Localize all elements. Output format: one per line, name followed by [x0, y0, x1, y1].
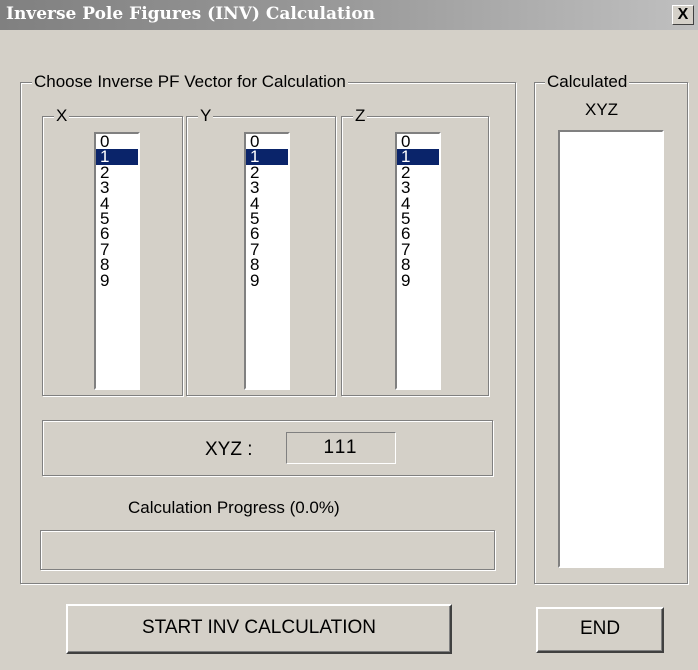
list-item[interactable]: 8: [397, 257, 439, 272]
list-item[interactable]: 1: [397, 149, 439, 165]
list-item[interactable]: 3: [96, 180, 138, 195]
calculated-group-legend: Calculated: [545, 72, 630, 92]
list-item[interactable]: 4: [96, 196, 138, 211]
list-item[interactable]: 5: [397, 211, 439, 226]
calculated-subtitle: XYZ: [585, 100, 619, 119]
z-listbox[interactable]: 0123456789: [395, 132, 441, 390]
list-item[interactable]: 7: [397, 242, 439, 257]
list-item[interactable]: 0: [397, 134, 439, 149]
progress-bar: [40, 530, 495, 570]
list-item[interactable]: 0: [246, 134, 288, 149]
xyz-label: XYZ :: [205, 439, 253, 460]
start-inv-calculation-button[interactable]: START INV CALCULATION: [66, 604, 452, 654]
z-group-legend: Z: [353, 106, 368, 126]
vector-group-legend: Choose Inverse PF Vector for Calculation: [32, 72, 348, 92]
list-item[interactable]: 1: [246, 149, 288, 165]
list-item[interactable]: 9: [96, 273, 138, 288]
progress-label: Calculation Progress (0.0%): [128, 498, 340, 517]
list-item[interactable]: 4: [397, 196, 439, 211]
list-item[interactable]: 8: [246, 257, 288, 272]
list-item[interactable]: 3: [246, 180, 288, 195]
title-bar[interactable]: Inverse Pole Figures (INV) Calculation X: [0, 0, 698, 30]
list-item[interactable]: 4: [246, 196, 288, 211]
list-item[interactable]: 7: [246, 242, 288, 257]
list-item[interactable]: 5: [96, 211, 138, 226]
list-item[interactable]: 6: [96, 226, 138, 241]
calculated-listbox[interactable]: [558, 130, 664, 568]
list-item[interactable]: 2: [96, 165, 138, 180]
close-button[interactable]: X: [672, 5, 694, 25]
list-item[interactable]: 3: [397, 180, 439, 195]
list-item[interactable]: 7: [96, 242, 138, 257]
y-group-legend: Y: [198, 106, 214, 126]
window-title: Inverse Pole Figures (INV) Calculation: [6, 4, 376, 24]
list-item[interactable]: 2: [397, 165, 439, 180]
xyz-value-field: 111: [286, 432, 396, 464]
list-item[interactable]: 6: [397, 226, 439, 241]
xyz-panel: [42, 420, 493, 476]
list-item[interactable]: 1: [96, 149, 138, 165]
y-listbox[interactable]: 0123456789: [244, 132, 290, 390]
list-item[interactable]: 6: [246, 226, 288, 241]
close-icon: X: [677, 6, 689, 23]
list-item[interactable]: 8: [96, 257, 138, 272]
list-item[interactable]: 9: [397, 273, 439, 288]
end-button[interactable]: END: [536, 607, 664, 653]
list-item[interactable]: 0: [96, 134, 138, 149]
start-button-label: START INV CALCULATION: [141, 617, 377, 638]
x-listbox[interactable]: 0123456789: [94, 132, 140, 390]
end-button-label: END: [579, 618, 621, 639]
list-item[interactable]: 9: [246, 273, 288, 288]
list-item[interactable]: 2: [246, 165, 288, 180]
x-group-legend: X: [54, 106, 70, 126]
list-item[interactable]: 5: [246, 211, 288, 226]
